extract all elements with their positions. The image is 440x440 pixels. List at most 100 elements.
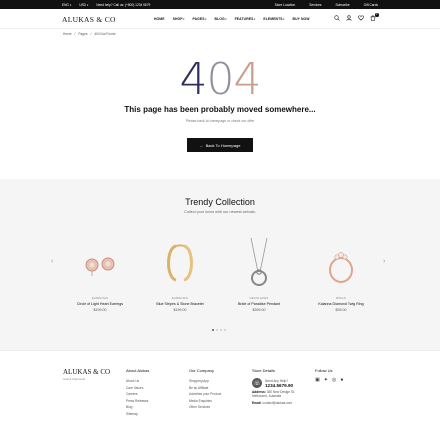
back-to-homepage-button[interactable]: ← Back To Homepage [187,138,253,152]
email-value[interactable]: contact@alukas.com [262,401,292,405]
carousel-dot[interactable] [220,329,222,331]
nav-buy-now[interactable]: BUY NOW [293,17,310,21]
error-digit: 0 [206,54,235,105]
site-footer: ALUKAS & CO Gold & Diamonds About Alukas… [0,350,440,440]
product-price: $199.00 [173,308,187,312]
store-phone-block: ☏ Need Any Help? 1234.5679.90 [252,378,310,388]
product-name[interactable]: Kalanna Diamond Twig Ring [311,302,371,306]
error-code: 404 [0,56,440,104]
carousel-dot[interactable] [212,329,214,331]
product-category: NECKLACES [249,296,269,300]
error-digit: 4 [179,54,208,105]
breadcrumb: Home / Pages / 404 Not Found [63,32,115,36]
nav-pages[interactable]: PAGES▾ [193,17,207,21]
main-nav: HOME SHOP▾ PAGES▾ BLOG▾ FEATURES▾ ELEMEN… [154,17,310,21]
carousel-next-icon[interactable]: › [383,258,385,265]
section-title: Trendy Collection [185,197,255,207]
topbar-link-subscribe[interactable]: Subscribe [335,3,349,7]
heart-icon[interactable] [358,15,364,21]
language-select[interactable]: ENG▾ [62,3,71,7]
footer-link[interactable]: Advertise your Product [189,391,221,398]
footer-about-column: About Alukas About Us Care Values Career… [126,368,149,417]
breadcrumb-home[interactable]: Home [63,32,72,36]
nav-elements[interactable]: ELEMENTS▾ [263,17,284,21]
section-subtitle: Collect your loves with our newest arriv… [184,210,256,214]
trendy-collection-section: Trendy Collection Collect your loves wit… [0,179,440,350]
footer-link[interactable]: Other Services [189,404,221,411]
topbar-link-services[interactable]: Services [309,3,321,7]
product-card[interactable]: NECKLACES Bride of Paradise Pendant $399… [229,234,289,312]
chevron-down-icon: ▾ [225,18,227,21]
store-address: Address: 350 New Design St, Melbourne, A… [252,390,310,399]
store-phone-number[interactable]: 1234.5679.90 [265,383,293,388]
error-title: This page has been probably moved somewh… [124,105,316,114]
carousel-pagination [212,329,226,331]
search-icon[interactable] [334,15,340,21]
email-label: Email: [252,400,262,405]
chevron-down-icon: ▾ [253,18,256,21]
address-label: Address: [252,390,266,394]
help-text: Need help? Call us: (+800) 1234 5679 [96,2,151,7]
product-price: $399.00 [252,308,266,312]
language-value: ENG [62,2,69,7]
nav-elements-label: ELEMENTS [263,17,283,21]
product-image[interactable] [229,234,289,294]
site-logo[interactable]: ALUKAS & CO [62,15,116,24]
instagram-icon[interactable]: ◎ [332,377,336,383]
chevron-down-icon: ▾ [69,3,72,7]
carousel-dot[interactable] [216,329,218,331]
chevron-down-icon: ▾ [86,3,89,7]
carousel-dot[interactable] [224,329,226,331]
product-card[interactable]: EARRINGS Circle of Light Heart Earrings … [70,234,130,312]
nav-blog[interactable]: BLOG▾ [215,17,227,21]
error-subtitle: Please back to homepage or check our off… [185,119,255,123]
nav-shop[interactable]: SHOP▾ [173,17,185,21]
arrow-left-icon: ← [199,142,204,148]
user-icon[interactable] [346,15,352,21]
currency-select[interactable]: USD▾ [79,3,88,7]
cart-count-badge: 0 [374,13,379,17]
footer-link[interactable]: Sitemap [126,411,149,418]
site-header: ALUKAS & CO HOME SHOP▾ PAGES▾ BLOG▾ FEAT… [0,9,440,29]
product-image[interactable] [150,234,210,294]
chevron-down-icon: ▾ [205,18,207,21]
product-category: RINGS [336,296,346,300]
chevron-down-icon: ▾ [183,18,185,21]
product-image[interactable] [70,234,130,294]
error-digit: 4 [233,54,262,105]
product-category: EARRINGS [91,296,109,300]
cart-icon[interactable]: 0 [370,13,379,21]
breadcrumb-separator: / [90,32,92,36]
nav-pages-label: PAGES [192,17,205,21]
product-card[interactable]: EARRINGS Blue Stripes & Stone Bracelet $… [150,234,210,312]
carousel-prev-icon[interactable]: ‹ [51,258,53,265]
footer-column-title: About Alukas [126,368,150,373]
nav-features[interactable]: FEATURES▾ [235,17,256,21]
topbar-link-gift-cards[interactable]: Gift Cards [364,3,378,7]
chevron-down-icon: ▾ [283,18,285,21]
product-price: $39.00 [335,308,347,312]
pinterest-icon[interactable]: ● [340,377,343,383]
footer-store-column: Store Details ☏ Need Any Help? 1234.5679… [252,368,310,405]
product-card[interactable]: RINGS Kalanna Diamond Twig Ring $39.00 [311,234,371,312]
nav-shop-label: SHOP [172,17,183,21]
footer-column-title: Store Details [252,368,275,373]
product-name[interactable]: Circle of Light Heart Earrings [70,302,130,306]
nav-home[interactable]: HOME [154,17,165,21]
topbar-link-store-location[interactable]: Store Location [275,3,296,7]
currency-value: USD [79,2,86,7]
product-price: $199.00 [93,308,107,312]
breadcrumb-pages[interactable]: Pages [78,32,87,36]
product-category: EARRINGS [171,296,189,300]
footer-tagline: Gold & Diamonds [63,377,85,381]
twitter-icon[interactable]: ✦ [324,377,328,383]
facebook-icon[interactable]: ▣ [315,377,320,383]
back-to-homepage-label: Back To Homepage [205,142,241,148]
product-name[interactable]: Blue Stripes & Stone Bracelet [150,302,210,306]
product-name[interactable]: Bride of Paradise Pendant [229,302,289,306]
footer-column-title: Follow Us [315,368,333,373]
top-bar: ENG▾ USD▾ Need help? Call us: (+800) 123… [0,0,440,9]
footer-company-column: Our Company Shopping App Be an Affiliate… [189,368,221,411]
footer-logo[interactable]: ALUKAS & CO [63,368,110,376]
product-image[interactable] [311,234,371,294]
